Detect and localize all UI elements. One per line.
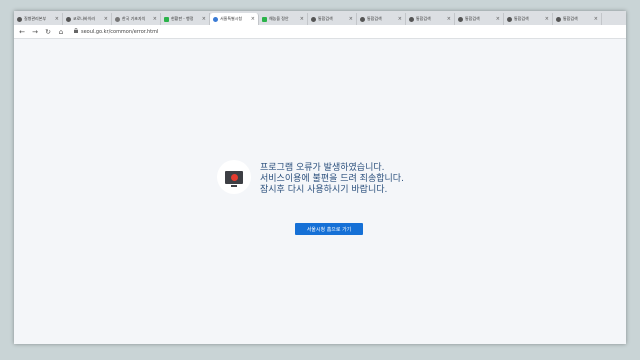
close-icon[interactable]: × — [300, 16, 304, 22]
close-icon[interactable]: × — [55, 16, 59, 22]
favicon-icon — [262, 16, 267, 22]
tab-title: 한국 기초자치 — [122, 16, 146, 21]
browser-toolbar: ← → ↻ ⌂ seoul.go.kr/common/error.html — [14, 25, 626, 39]
tab-title: 현황판 - 행정 — [171, 16, 194, 21]
error-line-2: 서비스이용에 불편을 드려 죄송합니다. — [260, 174, 404, 184]
tab-2[interactable]: 코로나바이러 × — [63, 13, 112, 25]
tab-9[interactable]: 통합검색 × — [406, 13, 455, 25]
tab-title: 통합검색 — [318, 16, 333, 21]
back-icon[interactable]: ← — [18, 28, 26, 36]
lock-icon — [74, 27, 78, 35]
tab-11[interactable]: 통합검색 × — [504, 13, 553, 25]
error-line-1: 프로그램 오류가 발생하였습니다. — [260, 163, 385, 173]
tab-8[interactable]: 통합검색 × — [357, 13, 406, 25]
url-text: seoul.go.kr/common/error.html — [81, 28, 159, 35]
tab-12[interactable]: 통합검색 × — [553, 13, 602, 25]
tab-title: 질병관리본부 — [24, 16, 47, 21]
page-content: 프로그램 오류가 발생하였습니다. 서비스이용에 불편을 드려 죄송합니다. 잠… — [14, 40, 626, 344]
tab-1[interactable]: 질병관리본부 × — [14, 13, 63, 25]
close-icon[interactable]: × — [545, 16, 549, 22]
favicon-icon — [311, 16, 316, 22]
favicon-icon — [17, 16, 22, 22]
close-icon[interactable]: × — [398, 16, 402, 22]
error-line-3: 잠시후 다시 사용하시기 바랍니다. — [260, 185, 388, 195]
tab-title: 코로나바이러 — [73, 16, 96, 21]
home-icon[interactable]: ⌂ — [57, 28, 65, 36]
tab-title: 통합검색 — [563, 16, 578, 21]
tab-title: 통합검색 — [416, 16, 431, 21]
favicon-icon — [66, 16, 71, 22]
favicon-icon — [115, 16, 120, 22]
tab-strip: 질병관리본부 × 코로나바이러 × 한국 기초자치 × 현황판 - 행정 × 서… — [14, 11, 626, 25]
favicon-icon — [409, 16, 414, 22]
favicon-icon — [507, 16, 512, 22]
forward-icon[interactable]: → — [31, 28, 39, 36]
close-icon[interactable]: × — [447, 16, 451, 22]
reload-icon[interactable]: ↻ — [44, 28, 52, 36]
tab-5-active[interactable]: 서울특별시청 × — [210, 13, 259, 25]
tab-7[interactable]: 통합검색 × — [308, 13, 357, 25]
error-dot-icon — [230, 173, 238, 181]
tab-title: 통합검색 — [465, 16, 480, 21]
close-icon[interactable]: × — [496, 16, 500, 22]
go-home-button[interactable]: 서울시청 홈으로 가기 — [295, 223, 363, 235]
tab-title: 통합검색 — [514, 16, 529, 21]
close-icon[interactable]: × — [104, 16, 108, 22]
address-bar[interactable]: seoul.go.kr/common/error.html — [74, 27, 159, 35]
favicon-icon — [213, 16, 218, 22]
tab-title: 서울특별시청 — [220, 16, 243, 21]
close-icon[interactable]: × — [349, 16, 353, 22]
tab-10[interactable]: 통합검색 × — [455, 13, 504, 25]
close-icon[interactable]: × — [594, 16, 598, 22]
tab-4[interactable]: 현황판 - 행정 × — [161, 13, 210, 25]
close-icon[interactable]: × — [153, 16, 157, 22]
favicon-icon — [458, 16, 463, 22]
favicon-icon — [164, 16, 169, 22]
tab-title: 통합검색 — [367, 16, 382, 21]
monitor-error-icon — [217, 160, 251, 194]
favicon-icon — [360, 16, 365, 22]
close-icon[interactable]: × — [251, 16, 255, 22]
tab-title: 해농을 정안 — [269, 16, 289, 21]
tab-3[interactable]: 한국 기초자치 × — [112, 13, 161, 25]
browser-window: 질병관리본부 × 코로나바이러 × 한국 기초자치 × 현황판 - 행정 × 서… — [14, 11, 626, 344]
close-icon[interactable]: × — [202, 16, 206, 22]
monitor-icon — [225, 170, 243, 187]
tab-6[interactable]: 해농을 정안 × — [259, 13, 308, 25]
error-message: 프로그램 오류가 발생하였습니다. 서비스이용에 불편을 드려 죄송합니다. 잠… — [260, 163, 480, 196]
favicon-icon — [556, 16, 561, 22]
